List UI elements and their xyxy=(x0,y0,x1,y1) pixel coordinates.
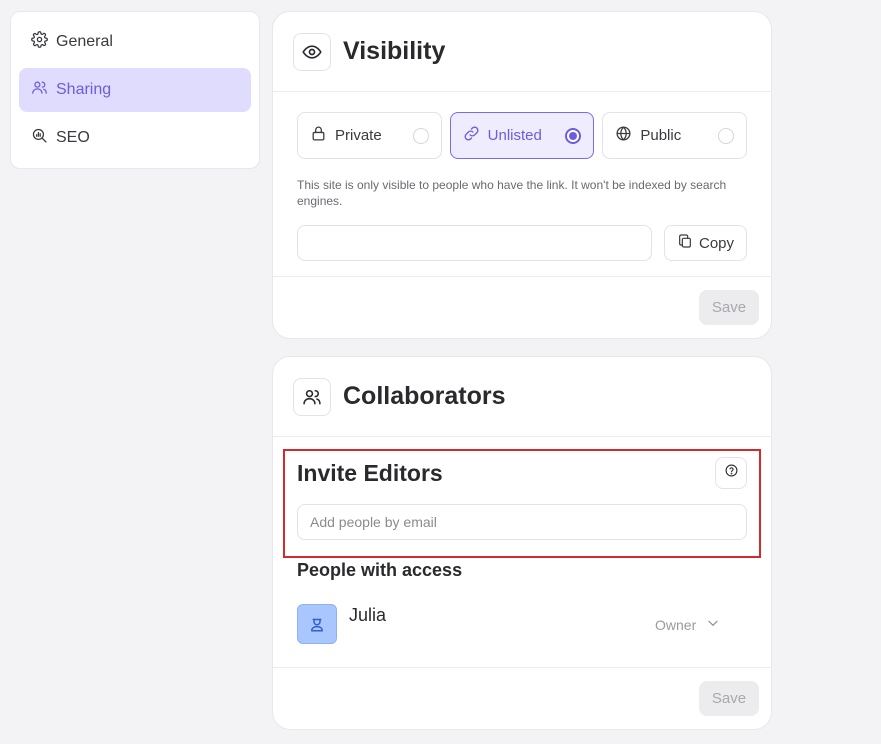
invite-email-input[interactable] xyxy=(297,504,747,540)
lock-icon xyxy=(310,125,327,146)
visibility-header: Visibility xyxy=(273,12,771,92)
role-dropdown[interactable]: Owner xyxy=(655,616,720,633)
collaborators-footer: Save xyxy=(273,667,771,729)
sidebar-item-label: SEO xyxy=(56,129,90,146)
copy-label: Copy xyxy=(698,234,735,252)
copy-link-button[interactable]: Copy xyxy=(664,225,747,261)
sidebar-item-label: General xyxy=(56,33,113,50)
visibility-option-label: Private xyxy=(335,127,382,144)
copy-icon xyxy=(677,233,693,253)
sidebar-item-label: Sharing xyxy=(56,81,112,98)
share-link-row: Copy xyxy=(273,225,771,261)
visibility-option-label: Unlisted xyxy=(487,127,542,144)
visibility-footer: Save xyxy=(273,276,771,338)
collaborators-header: Collaborators xyxy=(273,357,771,437)
chevron-down-icon xyxy=(706,616,720,633)
gear-icon xyxy=(31,31,48,53)
role-label: Owner xyxy=(655,616,697,633)
collaborators-card: Collaborators Invite Editors People with… xyxy=(272,356,772,730)
collaborators-save-button[interactable]: Save xyxy=(699,681,759,716)
seo-search-icon xyxy=(31,127,48,149)
collaborators-title: Collaborators xyxy=(343,382,506,410)
collaborator-row: Julia Owner xyxy=(297,604,747,644)
visibility-title: Visibility xyxy=(343,37,446,65)
visibility-option-public[interactable]: Public xyxy=(602,112,748,159)
visibility-options: Private Unlisted Public xyxy=(273,92,771,159)
eye-icon xyxy=(293,32,331,71)
visibility-option-label: Public xyxy=(640,127,682,144)
invite-editors-title: Invite Editors xyxy=(297,460,443,486)
share-link-field[interactable] xyxy=(297,225,652,261)
visibility-option-unlisted[interactable]: Unlisted xyxy=(449,112,595,159)
users-icon xyxy=(293,377,331,416)
link-icon xyxy=(463,125,480,146)
collaborator-name: Julia xyxy=(349,605,387,625)
people-with-access-title: People with access xyxy=(297,560,463,580)
radio-public[interactable] xyxy=(718,128,735,144)
help-button[interactable] xyxy=(715,457,747,489)
sidebar-item-sharing[interactable]: Sharing xyxy=(19,68,251,112)
visibility-description: This site is only visible to people who … xyxy=(297,178,727,208)
question-circle-icon xyxy=(725,464,738,482)
globe-icon xyxy=(615,125,632,146)
visibility-card: Visibility Private Unlisted Public This … xyxy=(272,11,772,339)
users-icon xyxy=(31,79,48,101)
avatar xyxy=(297,604,337,644)
sidebar-item-general[interactable]: General xyxy=(19,20,251,64)
radio-private[interactable] xyxy=(412,128,429,144)
visibility-option-private[interactable]: Private xyxy=(297,112,442,159)
radio-unlisted[interactable] xyxy=(565,128,582,144)
sidebar-item-seo[interactable]: SEO xyxy=(19,116,251,160)
visibility-save-button[interactable]: Save xyxy=(699,290,759,325)
settings-sidebar: General Sharing SEO xyxy=(10,11,260,169)
